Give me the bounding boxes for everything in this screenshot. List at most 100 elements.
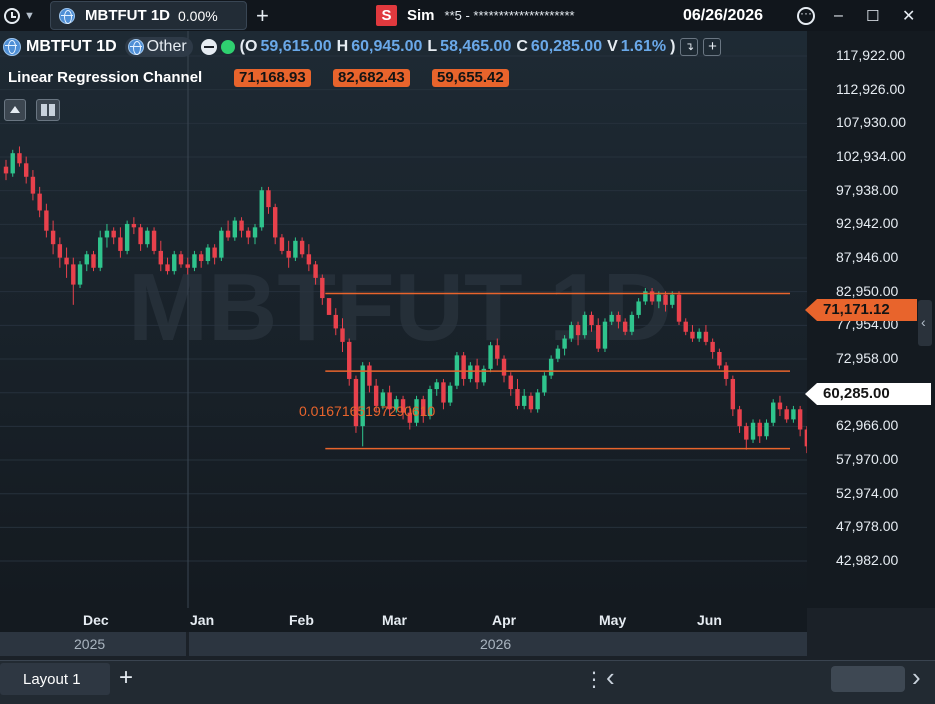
price-axis-tick: 47,978.00 (836, 518, 899, 535)
last-price: 60,285.00 (823, 385, 890, 402)
close-button[interactable]: ✕ (902, 0, 915, 31)
add-indicator-icon[interactable]: + (703, 38, 722, 56)
price-axis-tick: 72,958.00 (836, 350, 899, 367)
candle (225, 220, 231, 241)
candle (434, 378, 439, 396)
ohlc-open-label: O (245, 38, 258, 55)
panels-icon (41, 104, 47, 116)
ohlc-low: 58,465.00 (440, 38, 512, 55)
candle (50, 220, 56, 255)
more-vertical-icon[interactable]: ⋮ (584, 667, 604, 692)
candle (84, 250, 89, 272)
legend-symbol[interactable]: MBTFUT 1D (26, 38, 117, 56)
candle (44, 203, 49, 238)
tab-change: 0.00% (178, 7, 218, 24)
scroll-right-button[interactable]: › (912, 662, 921, 693)
price-axis-tick: 97,938.00 (836, 181, 899, 198)
indicator-name[interactable]: Linear Regression Channel (8, 69, 202, 86)
minimize-button[interactable]: – (834, 0, 843, 31)
price-axis-tick: 52,974.00 (836, 484, 899, 501)
window-titlebar: ▼ MBTFUT 1D 0.00% + S Sim **5 - ********… (0, 0, 935, 32)
candle (10, 149, 15, 177)
candle (17, 146, 22, 167)
indicator-value-lower: 59,655.42 (432, 69, 509, 87)
horizontal-scrollbar-thumb[interactable] (831, 666, 905, 692)
candle (347, 338, 352, 386)
channel-mid-price-tag: 71,171.12 (805, 299, 917, 321)
month-label-may: May (599, 612, 627, 628)
candle (703, 325, 709, 346)
layout-tab-label: Layout 1 (23, 671, 81, 688)
candle (548, 355, 554, 379)
candle (151, 227, 157, 255)
maximize-button[interactable]: ☐ (866, 0, 879, 31)
candle (797, 405, 803, 437)
price-axis-tick: 42,982.00 (836, 552, 899, 569)
candle (683, 318, 688, 336)
candle (71, 257, 76, 305)
more-options-button[interactable]: ··· (797, 0, 815, 31)
candle (104, 223, 110, 248)
candle (232, 217, 238, 241)
candle (764, 419, 769, 440)
ellipsis-circle-icon: ··· (797, 6, 815, 25)
candle (326, 298, 332, 315)
layout-bar: Layout 1 + ⋮ ‹ › (0, 660, 935, 704)
candle (145, 227, 150, 248)
candle (515, 378, 520, 410)
chart-panel[interactable]: MBTFUT 1D 0.0167165197290610 MBTFUT 1D O… (0, 31, 807, 608)
candle (582, 311, 587, 339)
month-label-jan: Jan (190, 612, 215, 628)
ohlc-close: 60,285.00 (530, 38, 603, 55)
candle (777, 395, 783, 417)
candle (522, 389, 527, 410)
ohlc-change: 1.61% (620, 38, 667, 55)
add-tab-button[interactable]: + (256, 0, 269, 31)
candle (784, 405, 789, 423)
candle (124, 220, 130, 255)
layout-toggle-button[interactable] (36, 99, 60, 121)
candle (77, 261, 83, 288)
candle (266, 186, 271, 214)
candle (710, 338, 715, 359)
candle (481, 365, 487, 386)
candle (57, 237, 63, 268)
candle (696, 328, 702, 342)
price-axis-tick: 112,926.00 (836, 80, 906, 97)
globe-icon (59, 7, 75, 24)
globe-icon (3, 38, 21, 56)
candle (37, 186, 42, 218)
candle (501, 355, 507, 383)
month-label-feb: Feb (289, 612, 314, 628)
channel-slope-label: 0.0167165197290610 (299, 403, 435, 419)
candle (131, 217, 137, 235)
exchange-chip[interactable]: Other (124, 37, 193, 57)
status-dot-icon (220, 40, 235, 54)
collapse-legend-icon[interactable]: ↴ (680, 38, 699, 56)
candle (461, 352, 466, 386)
candle (757, 419, 762, 443)
indicator-value-upper: 82,682.43 (333, 69, 410, 87)
layout-tab-1[interactable]: Layout 1 (0, 663, 110, 695)
account-selector[interactable]: S Sim **5 - ******************** (376, 0, 575, 31)
candle (23, 156, 29, 184)
candle (98, 230, 103, 272)
candle (172, 250, 177, 275)
hide-series-icon[interactable] (200, 39, 217, 55)
scroll-up-button[interactable] (4, 99, 26, 121)
price-axis-tick: 92,942.00 (836, 215, 899, 232)
candle (542, 372, 547, 396)
candle (259, 186, 264, 231)
price-chart[interactable]: MBTFUT 1D 0.0167165197290610 (0, 31, 807, 608)
candle (64, 247, 69, 278)
candle (468, 362, 473, 383)
candle (723, 362, 729, 386)
axis-scroll-handle[interactable]: ‹ (918, 300, 932, 346)
clock-menu[interactable]: ▼ (4, 0, 35, 31)
add-layout-button[interactable]: + (119, 664, 133, 692)
scroll-left-button[interactable]: ‹ (606, 662, 615, 693)
ohlc-high-label: H (336, 38, 349, 55)
chevron-down-icon: ▼ (24, 9, 35, 22)
candle (528, 392, 534, 413)
year-label-2026: 2026 (480, 636, 512, 652)
